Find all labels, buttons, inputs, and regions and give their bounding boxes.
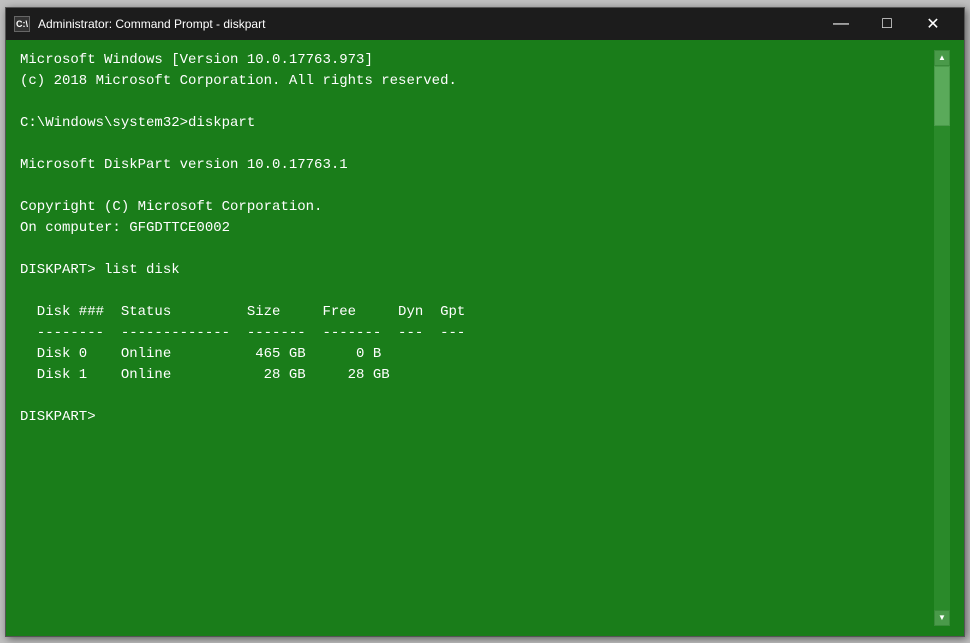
minimize-button[interactable]: — xyxy=(818,8,864,40)
cmd-icon: C:\ xyxy=(14,16,30,32)
scroll-down-button[interactable]: ▼ xyxy=(934,610,950,626)
console-body[interactable]: Microsoft Windows [Version 10.0.17763.97… xyxy=(6,40,964,636)
scrollbar-track[interactable] xyxy=(934,66,950,610)
title-bar: C:\ Administrator: Command Prompt - disk… xyxy=(6,8,964,40)
title-bar-left: C:\ Administrator: Command Prompt - disk… xyxy=(14,16,265,32)
title-bar-controls: — □ ✕ xyxy=(818,8,956,40)
maximize-button[interactable]: □ xyxy=(864,8,910,40)
scrollbar-thumb[interactable] xyxy=(934,66,950,126)
console-output: Microsoft Windows [Version 10.0.17763.97… xyxy=(20,50,934,626)
cmd-window: C:\ Administrator: Command Prompt - disk… xyxy=(5,7,965,637)
close-button[interactable]: ✕ xyxy=(910,8,956,40)
title-bar-text: Administrator: Command Prompt - diskpart xyxy=(38,17,265,31)
scroll-up-button[interactable]: ▲ xyxy=(934,50,950,66)
scrollbar[interactable]: ▲ ▼ xyxy=(934,50,950,626)
